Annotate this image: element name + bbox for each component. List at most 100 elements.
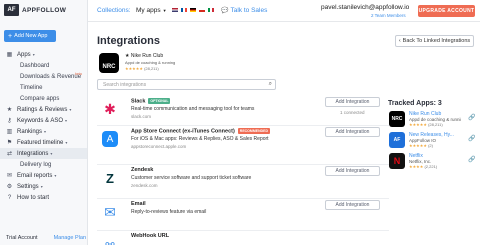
sidebar-item-ratings-reviews[interactable]: ★ Ratings & Reviews ▾ bbox=[0, 104, 87, 115]
chevron-down-icon: ▼ bbox=[162, 8, 167, 13]
collections-value: My apps bbox=[136, 7, 161, 14]
tracked-app[interactable]: AF New Releases, Hy... AppFollow IO ★★★★★ (… bbox=[389, 132, 475, 150]
tracked-app[interactable]: N Netflix Netflix, Inc. ★★★★ (2,221) 🔗 bbox=[389, 153, 475, 171]
sidebar-item-label: Featured timeline bbox=[17, 139, 64, 146]
question-icon: ? bbox=[7, 194, 12, 201]
user-email[interactable]: pavel.stanilevich@appfollow.io bbox=[321, 4, 409, 11]
sidebar-item-rankings[interactable]: ▥ Rankings ▾ bbox=[0, 126, 87, 137]
add-integration-button[interactable]: Add Integration bbox=[325, 200, 380, 210]
flag-icon bbox=[190, 8, 196, 12]
sidebar-nav: ▦ Apps ▾ Dashboard Downloads & Revenue beta Ti… bbox=[0, 49, 87, 203]
sidebar-footer: Trial Account Manage Plan bbox=[6, 235, 87, 241]
sidebar-item-integrations[interactable]: ⇄ Integrations ▾ bbox=[0, 148, 87, 159]
sidebar-item-label: Keywords & ASO bbox=[17, 117, 64, 124]
back-button-label: Back To Linked Integrations bbox=[402, 38, 471, 44]
back-to-linked-integrations-button[interactable]: ‹ Back To Linked Integrations bbox=[395, 35, 474, 47]
sidebar-item-keywords-aso[interactable]: ⚷ Keywords & ASO ▾ bbox=[0, 115, 87, 126]
app-meta: ★ Nike Run Club Appd de coaching & runni… bbox=[125, 53, 175, 71]
sidebar-item-how-to-start[interactable]: ? How to start bbox=[0, 192, 87, 203]
sidebar-item-apps[interactable]: ▦ Apps ▾ bbox=[0, 49, 87, 60]
sidebar: AF APPFOLLOW + Add New App ▦ Apps ▾ Dashboa… bbox=[0, 0, 88, 245]
apps-icon: ▦ bbox=[6, 52, 13, 58]
sidebar-item-label: Downloads & Revenue bbox=[20, 73, 82, 80]
upgrade-account-button[interactable]: UPGRADE ACCOUNT bbox=[418, 5, 475, 17]
search-integrations-input[interactable]: Search integrations ⌕ bbox=[97, 79, 276, 90]
integration-description: For iOS & Mac apps: Reviews & Replies, A… bbox=[131, 136, 269, 142]
integration-url: slack.com bbox=[131, 114, 152, 119]
integration-title: Email bbox=[131, 201, 146, 207]
tracked-app-icon: NRC bbox=[389, 111, 405, 127]
integration-row: Z Zendesk Customer service software and su… bbox=[97, 165, 389, 199]
app-icon: NRC bbox=[99, 53, 119, 73]
link-icon[interactable]: 🔗 bbox=[468, 135, 475, 142]
tracked-app-rating: ★★★★★ (2) bbox=[409, 143, 433, 148]
app-subtitle: Appd de coaching & running bbox=[125, 60, 176, 65]
mail-icon: ✉ bbox=[6, 173, 13, 179]
sidebar-item-dashboard[interactable]: Dashboard bbox=[0, 60, 87, 71]
sidebar-item-delivery-log[interactable]: Delivery log bbox=[0, 159, 87, 170]
integration-title: WebHook URL bbox=[131, 233, 170, 239]
flag-icon bbox=[181, 8, 187, 12]
chevron-down-icon: ▾ bbox=[40, 184, 43, 189]
search-icon: ⌕ bbox=[268, 81, 272, 87]
flag-icon bbox=[208, 8, 214, 12]
manage-plan-link[interactable]: Manage Plan bbox=[54, 235, 86, 241]
chevron-down-icon: ▾ bbox=[65, 118, 68, 123]
sidebar-item-timeline[interactable]: Timeline bbox=[0, 82, 87, 93]
add-integration-button[interactable]: Add Integration bbox=[325, 166, 380, 176]
link-icon[interactable]: 🔗 bbox=[468, 156, 475, 163]
integration-tag: OPTIONAL bbox=[148, 98, 171, 104]
sidebar-item-settings[interactable]: ⚙ Settings ▾ bbox=[0, 181, 87, 192]
arrow-left-icon: ‹ bbox=[398, 38, 401, 44]
integration-row: ⚯ WebHook URL bbox=[97, 231, 389, 245]
star-icon: ★ bbox=[6, 107, 13, 113]
tracked-app-icon: N bbox=[389, 153, 405, 169]
sidebar-item-compare-apps[interactable]: Compare apps bbox=[0, 93, 87, 104]
app-store-icon: A bbox=[100, 129, 120, 149]
country-flags[interactable] bbox=[172, 8, 214, 12]
zendesk-icon: Z bbox=[106, 170, 114, 186]
add-integration-button[interactable]: Add Integration bbox=[325, 97, 380, 107]
add-new-app-button[interactable]: + Add New App bbox=[4, 30, 56, 42]
sidebar-item-email-reports[interactable]: ✉ Email reports ▾ bbox=[0, 170, 87, 181]
talk-to-sales-link[interactable]: 💬 Talk to Sales bbox=[221, 7, 267, 14]
sidebar-item-label: Apps bbox=[17, 51, 31, 58]
key-icon: ⚷ bbox=[7, 118, 12, 124]
chevron-down-icon: ▾ bbox=[54, 173, 57, 178]
tracked-app-icon: AF bbox=[389, 132, 405, 148]
page-title: Integrations bbox=[97, 35, 160, 47]
chat-icon: 💬 bbox=[221, 8, 229, 14]
logo-text: APPFOLLOW bbox=[22, 6, 67, 14]
chevron-down-icon: ▾ bbox=[44, 129, 47, 134]
sidebar-item-label: Timeline bbox=[20, 84, 43, 91]
collections-dropdown[interactable]: My apps ▼ bbox=[136, 7, 167, 14]
app-rating: ★★★★★ (28,211) bbox=[125, 66, 175, 71]
selected-app: NRC ★ Nike Run Club Appd de coaching & r… bbox=[99, 53, 175, 73]
chevron-down-icon: ▾ bbox=[50, 151, 53, 156]
tracked-app-rating: ★★★★★ (28,211) bbox=[409, 122, 443, 127]
sidebar-item-featured-timeline[interactable]: ⚑ Featured timeline ▾ bbox=[0, 137, 87, 148]
webhook-icon: ⚯ bbox=[105, 238, 115, 245]
gear-icon: ⚙ bbox=[6, 184, 13, 190]
add-integration-button[interactable]: Add Integration bbox=[325, 127, 380, 137]
integration-description: Reply-to-reviews feature via email bbox=[131, 209, 207, 215]
integration-description: Real-time communication and messaging to… bbox=[131, 106, 255, 112]
tracked-apps-title: Tracked Apps: 3 bbox=[388, 100, 442, 107]
sidebar-item-downloads-revenue[interactable]: Downloads & Revenue beta bbox=[0, 71, 87, 82]
integrations-icon: ⇄ bbox=[6, 151, 13, 157]
tracked-app[interactable]: NRC Nike Run Club Appd de coaching & runni… bbox=[389, 111, 475, 129]
integration-title: Zendesk bbox=[131, 167, 154, 173]
team-members-link[interactable]: 2 Team Members bbox=[371, 13, 406, 18]
integration-description: Customer service software and support ti… bbox=[131, 175, 252, 181]
app-root: AF APPFOLLOW + Add New App ▦ Apps ▾ Dashboa… bbox=[0, 0, 480, 245]
sidebar-item-label: Integrations bbox=[17, 150, 49, 157]
flag-icon bbox=[199, 8, 205, 12]
link-icon[interactable]: 🔗 bbox=[468, 114, 475, 121]
sidebar-item-label: How to start bbox=[17, 194, 50, 201]
flag-icon bbox=[172, 8, 178, 12]
integration-url: zendesk.com bbox=[131, 183, 158, 188]
logo[interactable]: AF APPFOLLOW bbox=[0, 0, 87, 20]
tracked-app-rating: ★★★★ (2,221) bbox=[409, 164, 438, 169]
sidebar-item-label: Settings bbox=[17, 183, 39, 190]
sidebar-item-label: Email reports bbox=[17, 172, 53, 179]
